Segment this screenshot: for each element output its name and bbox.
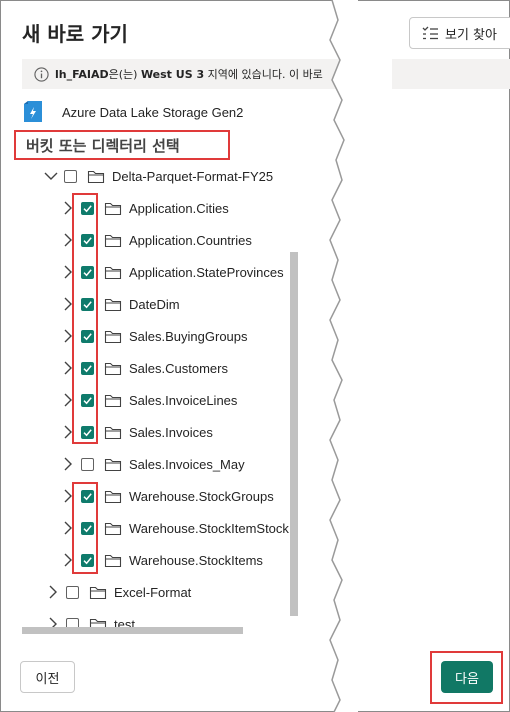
- previous-button[interactable]: 이전: [20, 661, 75, 693]
- dialog-title: 새 바로 가기: [22, 22, 128, 46]
- region-name: West US 3: [140, 67, 205, 81]
- view-button-label: 보기 찾아: [445, 27, 497, 43]
- folder-icon: [104, 234, 122, 247]
- folder-icon: [89, 586, 107, 599]
- folder-icon: [104, 394, 122, 407]
- folder-icon: [104, 554, 122, 567]
- tree-item-label: Warehouse.StockItemStock: [129, 520, 289, 536]
- tree-item-label: Application.Countries: [129, 232, 252, 248]
- info-text-part1: 은(는): [108, 68, 141, 81]
- folder-icon: [104, 266, 122, 279]
- folder-icon: [104, 202, 122, 215]
- tree-item[interactable]: Excel-Format: [46, 576, 191, 608]
- chevron-right-icon[interactable]: [46, 585, 60, 599]
- tree-item-label: Sales.Invoices_May: [129, 456, 245, 472]
- folder-icon: [104, 458, 122, 471]
- source-label: Azure Data Lake Storage Gen2: [62, 104, 244, 120]
- info-icon: [34, 66, 49, 82]
- tree-item-label: Sales.BuyingGroups: [129, 328, 248, 344]
- info-bar-continuation: [392, 59, 510, 89]
- tree-item-label: Excel-Format: [114, 584, 192, 600]
- highlight-checkbox-group-2: [72, 482, 98, 574]
- torn-edge: [318, 0, 358, 712]
- source-row: Azure Data Lake Storage Gen2: [22, 98, 243, 126]
- folder-icon: [104, 330, 122, 343]
- tree-item[interactable]: Delta-Parquet-Format-FY25: [44, 160, 273, 192]
- tree-item-label: Sales.Invoices: [129, 424, 213, 440]
- next-button[interactable]: 다음: [441, 661, 493, 693]
- tree-item-label: Delta-Parquet-Format-FY25: [112, 168, 274, 184]
- select-bucket-heading: 버킷 또는 디렉터리 선택: [14, 130, 230, 160]
- tree-item[interactable]: test: [46, 608, 135, 640]
- tree-item-label: DateDim: [129, 296, 180, 312]
- tree-item-label: Warehouse.StockGroups: [129, 488, 274, 504]
- folder-icon: [87, 170, 105, 183]
- tree-item-label: Application.Cities: [129, 200, 229, 216]
- tree-item-label: Sales.Customers: [129, 360, 228, 376]
- chevron-right-icon[interactable]: [61, 457, 75, 471]
- checkbox-unchecked[interactable]: [64, 169, 77, 183]
- chevron-down-icon[interactable]: [44, 169, 58, 183]
- checkbox-unchecked[interactable]: [81, 457, 94, 471]
- horizontal-scrollbar[interactable]: [22, 627, 243, 634]
- tree-item-label: Sales.InvoiceLines: [129, 392, 238, 408]
- view-button[interactable]: 보기 찾아: [409, 17, 510, 49]
- tree-item[interactable]: Sales.Invoices_May: [61, 448, 245, 480]
- folder-icon: [104, 426, 122, 439]
- folder-icon: [104, 490, 122, 503]
- info-bar: lh_FAIAD 은(는) West US 3 지역에 있습니다. 이 바로: [22, 59, 342, 89]
- info-text-part2: 지역에 있습니다. 이 바로: [204, 68, 323, 81]
- list-view-icon: [422, 26, 438, 40]
- tree-item-label: Warehouse.StockItems: [129, 552, 263, 568]
- vertical-scrollbar[interactable]: [290, 252, 298, 616]
- data-lake-storage-icon: [24, 101, 42, 122]
- folder-icon: [104, 522, 122, 535]
- checkbox-unchecked[interactable]: [66, 585, 79, 599]
- lakehouse-name: lh_FAIAD: [55, 67, 109, 81]
- tree-item-label: Application.StateProvinces: [129, 264, 284, 280]
- folder-icon: [104, 298, 122, 311]
- folder-icon: [104, 362, 122, 375]
- highlight-checkbox-group-1: [72, 193, 98, 444]
